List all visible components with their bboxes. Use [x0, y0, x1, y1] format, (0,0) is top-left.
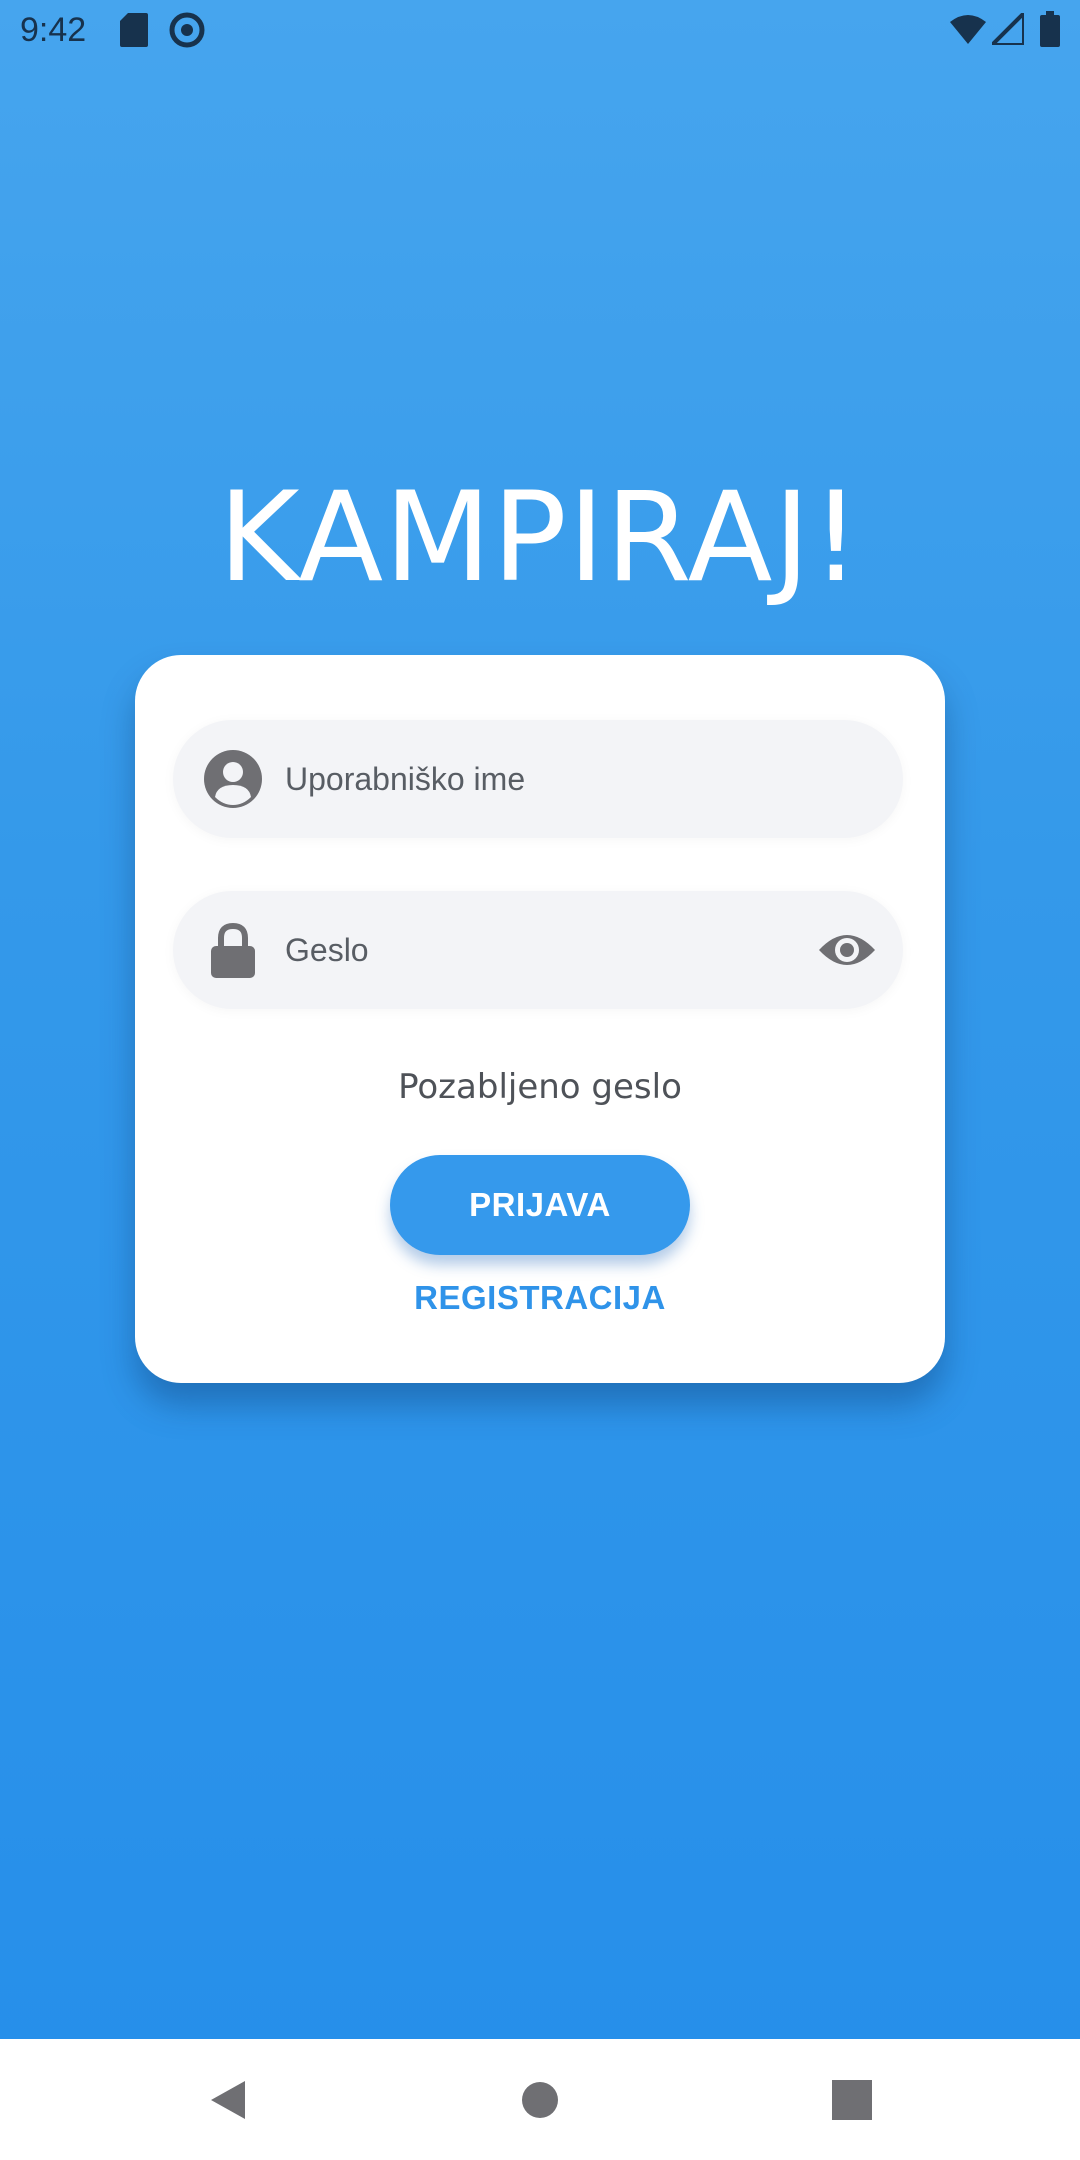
login-button[interactable]: PRIJAVA	[390, 1155, 690, 1255]
visibility-toggle-icon[interactable]	[817, 928, 877, 972]
back-icon[interactable]	[205, 2077, 251, 2123]
username-input[interactable]	[285, 746, 805, 812]
home-icon[interactable]	[517, 2077, 563, 2123]
battery-icon	[1040, 11, 1060, 51]
status-bar: 9:42	[0, 0, 1080, 63]
login-card: Pozabljeno geslo PRIJAVA REGISTRACIJA	[135, 655, 945, 1383]
forgot-password-link[interactable]: Pozabljeno geslo	[135, 1067, 945, 1107]
password-input[interactable]	[285, 917, 805, 983]
username-field[interactable]	[173, 720, 903, 838]
navigation-bar	[0, 2039, 1080, 2160]
sync-icon	[168, 11, 206, 53]
app-title: KAMPIRAJ!	[218, 466, 862, 610]
recents-icon[interactable]	[829, 2077, 875, 2123]
status-time: 9:42	[20, 11, 87, 49]
wifi-icon	[950, 14, 986, 48]
signal-icon	[987, 8, 1026, 49]
password-field[interactable]	[173, 891, 903, 1009]
account-circle-icon	[203, 749, 263, 809]
register-link[interactable]: REGISTRACIJA	[135, 1279, 945, 1317]
lock-icon	[203, 920, 263, 980]
sd-card-icon	[120, 13, 148, 51]
